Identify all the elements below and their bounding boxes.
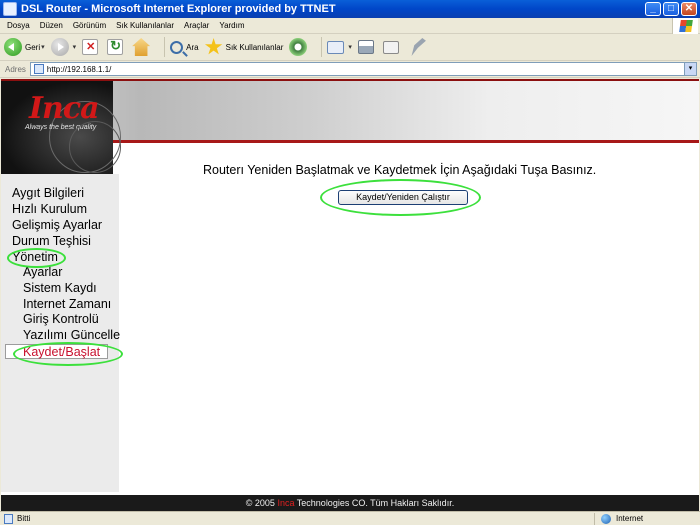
menu-edit[interactable]: Düzen bbox=[40, 21, 63, 30]
menu-view[interactable]: Görünüm bbox=[73, 21, 106, 30]
sidebar-subitem-internet-time[interactable]: Internet Zamanı bbox=[23, 297, 111, 312]
back-label: Geri bbox=[25, 42, 41, 52]
web-page: Inca Always the best quality Aygıt Bilgi… bbox=[1, 79, 699, 511]
minimize-button[interactable]: _ bbox=[645, 2, 661, 16]
messenger-icon bbox=[411, 38, 426, 56]
stop-icon bbox=[82, 39, 99, 55]
home-button[interactable] bbox=[132, 38, 153, 56]
star-icon bbox=[204, 38, 223, 55]
logo-slogan: Always the best quality bbox=[25, 124, 97, 131]
address-url[interactable]: http://192.168.1.1/ bbox=[47, 65, 684, 74]
security-zone: Internet bbox=[594, 512, 700, 525]
mail-button[interactable]: ▾ bbox=[327, 40, 352, 54]
back-arrow-icon bbox=[4, 38, 22, 56]
status-text: Bitti bbox=[17, 514, 31, 523]
sidebar-item-management[interactable]: Yönetim bbox=[12, 250, 58, 265]
mail-icon bbox=[327, 40, 345, 54]
search-button[interactable]: Ara bbox=[170, 40, 199, 54]
stop-button[interactable] bbox=[82, 39, 101, 55]
menu-file[interactable]: Dosya bbox=[7, 21, 30, 30]
forward-arrow-icon bbox=[50, 38, 69, 56]
maximize-button[interactable]: □ bbox=[663, 2, 679, 16]
back-dropdown-icon[interactable]: ▾ bbox=[41, 43, 45, 51]
address-label: Adres bbox=[5, 64, 26, 74]
refresh-button[interactable] bbox=[107, 38, 126, 55]
logo-text: Inca bbox=[29, 91, 100, 126]
address-bar: Adres http://192.168.1.1/ ▾ bbox=[0, 61, 700, 78]
sidebar-subitem-save-reboot[interactable]: Kaydet/Başlat bbox=[5, 344, 108, 359]
zone-label: Internet bbox=[616, 514, 644, 523]
search-label: Ara bbox=[186, 42, 199, 52]
page-icon bbox=[33, 64, 44, 74]
footer-prefix: © 2005 bbox=[245, 498, 278, 508]
inca-logo: Inca Always the best quality bbox=[1, 79, 121, 174]
messenger-button[interactable] bbox=[408, 38, 429, 56]
footer-brand: Inca bbox=[277, 498, 295, 508]
menu-help[interactable]: Yardım bbox=[219, 21, 244, 30]
favorites-label: Sık Kullanılanlar bbox=[225, 42, 284, 52]
document-icon bbox=[4, 513, 13, 524]
menu-favorites[interactable]: Sık Kullanılanlar bbox=[116, 21, 174, 30]
media-icon bbox=[289, 38, 308, 56]
reboot-message: Routerı Yeniden Başlatmak ve Kaydetmek İ… bbox=[203, 163, 597, 177]
forward-dropdown-icon[interactable]: ▾ bbox=[73, 43, 77, 51]
home-icon bbox=[132, 38, 151, 56]
edit-button[interactable] bbox=[382, 40, 402, 54]
address-input[interactable]: http://192.168.1.1/ ▾ bbox=[29, 62, 697, 76]
mail-dropdown-icon[interactable]: ▾ bbox=[348, 43, 352, 51]
header-divider bbox=[113, 140, 699, 143]
toolbar-separator bbox=[164, 37, 166, 57]
window-title: DSL Router - Microsoft Internet Explorer… bbox=[21, 3, 336, 15]
globe-icon bbox=[601, 513, 611, 524]
sidebar-item-advanced-settings[interactable]: Gelişmiş Ayarlar bbox=[12, 218, 102, 233]
toolbar: Geri ▾ ▾ Ara Sık Kullanılanlar ▾ bbox=[0, 34, 700, 61]
forward-button[interactable]: ▾ bbox=[50, 38, 77, 56]
back-button[interactable]: Geri ▾ bbox=[4, 38, 45, 56]
edit-icon bbox=[382, 40, 399, 54]
toolbar-separator bbox=[321, 37, 323, 57]
search-icon bbox=[170, 40, 184, 54]
sidebar-subitem-settings[interactable]: Ayarlar bbox=[23, 265, 62, 280]
menu-bar: Dosya Düzen Görünüm Sık Kullanılanlar Ar… bbox=[0, 18, 700, 34]
sidebar-item-diagnostics[interactable]: Durum Teşhisi bbox=[12, 234, 91, 249]
favorites-button[interactable]: Sık Kullanılanlar bbox=[204, 38, 284, 56]
menu-tools[interactable]: Araçlar bbox=[184, 21, 209, 30]
save-reboot-button[interactable]: Kaydet/Yeniden Çalıştır bbox=[338, 190, 468, 205]
ie-icon bbox=[3, 2, 17, 16]
sidebar-item-quick-setup[interactable]: Hızlı Kurulum bbox=[12, 202, 87, 217]
close-button[interactable]: ✕ bbox=[681, 2, 697, 16]
sidebar-subitem-system-log[interactable]: Sistem Kaydı bbox=[23, 281, 97, 296]
sidebar-item-device-info[interactable]: Aygıt Bilgileri bbox=[12, 186, 84, 201]
page-footer: © 2005 Inca Technologies CO. Tüm Hakları… bbox=[1, 495, 699, 511]
footer-suffix: Technologies CO. Tüm Hakları Saklıdır. bbox=[294, 498, 455, 508]
refresh-icon bbox=[107, 38, 124, 55]
address-dropdown-icon[interactable]: ▾ bbox=[684, 63, 696, 75]
media-button[interactable] bbox=[289, 38, 310, 56]
status-bar: Bitti Internet bbox=[0, 511, 700, 525]
sidebar-subitem-update-software[interactable]: Yazılımı Güncelle bbox=[23, 328, 120, 343]
printer-icon bbox=[357, 40, 374, 54]
windows-logo-icon bbox=[672, 18, 698, 34]
window-titlebar: DSL Router - Microsoft Internet Explorer… bbox=[0, 0, 700, 18]
print-button[interactable] bbox=[357, 40, 377, 54]
sidebar-subitem-access-control[interactable]: Giriş Kontrolü bbox=[23, 312, 99, 327]
